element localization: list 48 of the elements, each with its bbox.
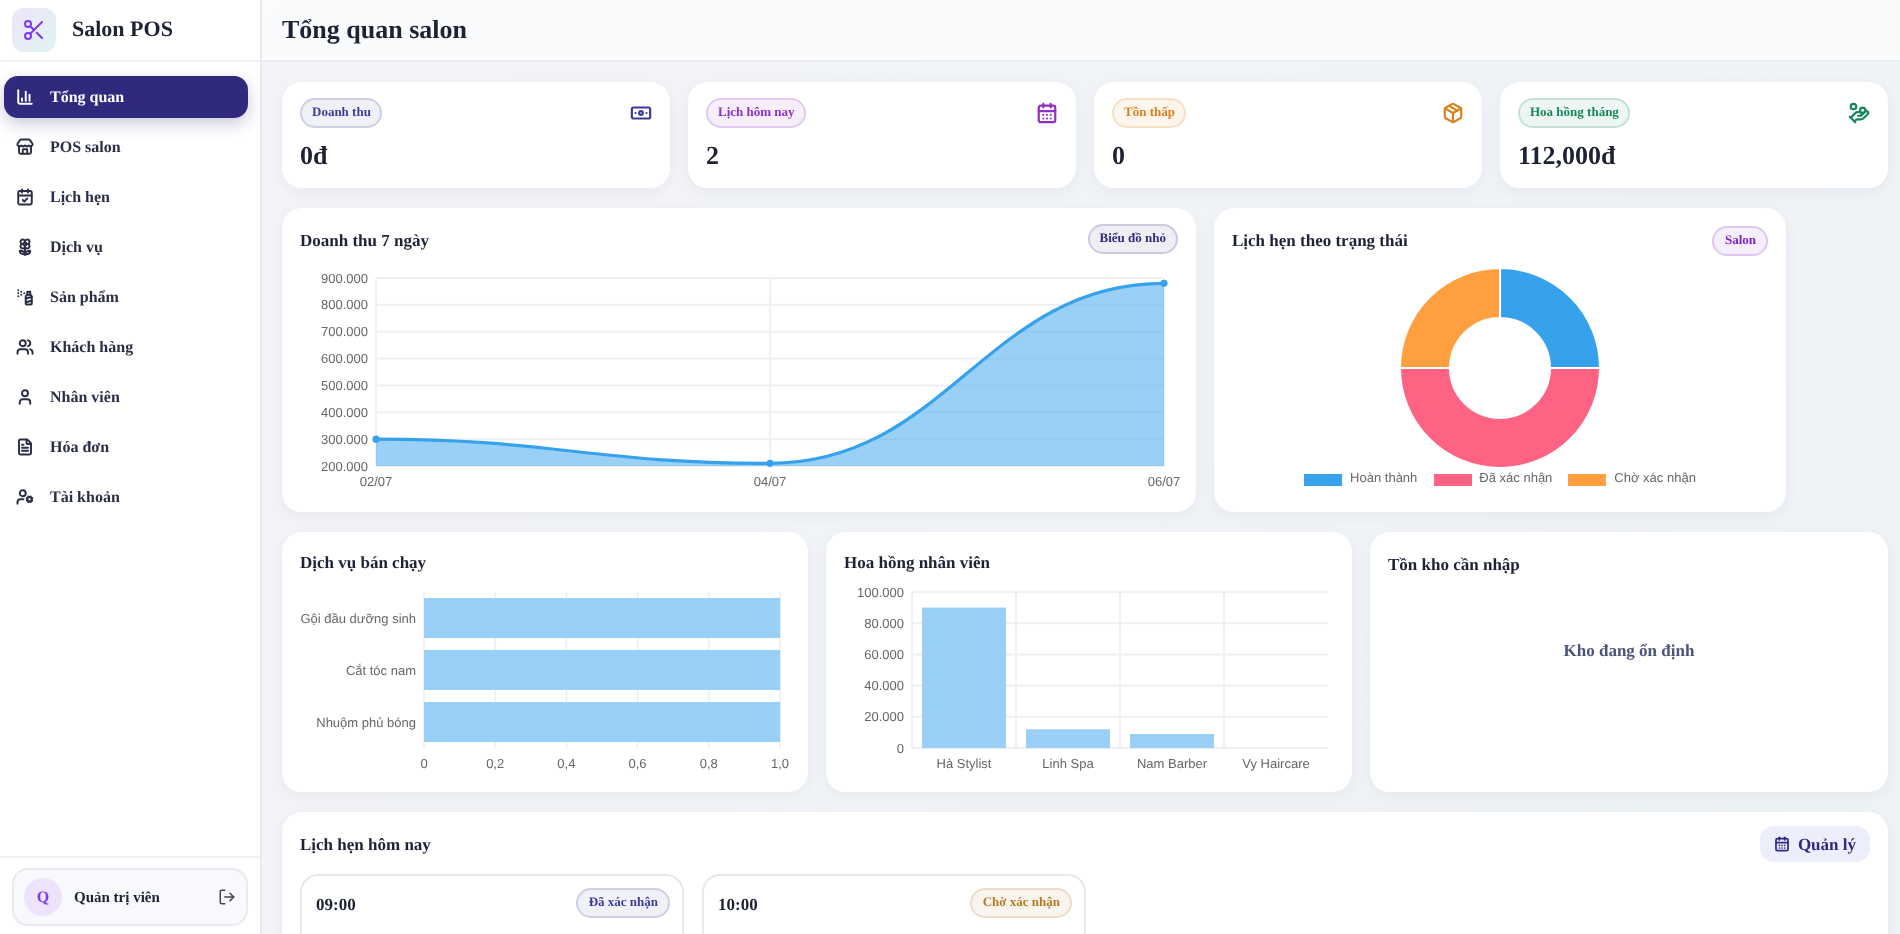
manage-button[interactable]: Quản lý	[1759, 826, 1870, 862]
stat-icon	[1036, 102, 1058, 124]
point	[371, 435, 379, 443]
stat-value: 112,000đ	[1518, 140, 1618, 172]
stat-value: 0	[1112, 140, 1127, 172]
appointment-time: 10:00	[718, 894, 758, 914]
sidebar-item[interactable]: Sản phẩm	[4, 276, 248, 318]
empty-message: Kho đang ổn định	[1563, 640, 1695, 660]
avatar: Q	[24, 878, 62, 916]
nav-icon	[16, 388, 34, 406]
card-title: Lịch hẹn theo trạng thái	[1232, 230, 1408, 250]
brand-name: Salon POS	[72, 18, 173, 42]
logout-icon[interactable]	[218, 888, 236, 906]
logo-icon	[12, 8, 56, 52]
stat-value: 0đ	[300, 140, 330, 172]
nav-icon	[16, 188, 34, 206]
sidebar-item[interactable]: Khách hàng	[4, 326, 248, 368]
bar	[1026, 729, 1110, 748]
nav-icon	[16, 138, 34, 156]
point	[765, 459, 773, 467]
calendar-icon	[1773, 836, 1790, 852]
appointment-time: 09:00	[316, 894, 356, 914]
stat-icon	[1442, 102, 1464, 124]
nav-icon	[16, 88, 34, 106]
bar	[922, 607, 1006, 748]
sidebar-item[interactable]: Tổng quan	[4, 76, 248, 118]
sidebar-item[interactable]: Dịch vụ	[4, 226, 248, 268]
nav-icon	[16, 238, 34, 256]
card-title: Tồn kho cần nhập	[1388, 554, 1520, 574]
nav-icon	[16, 488, 34, 506]
nav-icon	[16, 288, 34, 306]
card-title: Dịch vụ bán chạy	[300, 552, 427, 572]
stat-icon	[630, 102, 652, 124]
sidebar-item[interactable]: POS salon	[4, 126, 248, 168]
sidebar-item[interactable]: Lịch hẹn	[4, 176, 248, 218]
card-title: Lịch hẹn hôm nay	[300, 834, 431, 854]
sidebar-item[interactable]: Hóa đơn	[4, 426, 248, 468]
point	[1159, 279, 1167, 287]
sidebar-item[interactable]: Tài khoản	[4, 476, 248, 518]
card-title: Doanh thu 7 ngày	[300, 229, 429, 249]
stat-value: 2	[706, 140, 721, 172]
nav-icon	[16, 338, 34, 356]
bar	[1130, 733, 1214, 748]
nav-icon	[16, 438, 34, 456]
card-title: Hoa hồng nhân viên	[844, 552, 990, 572]
stat-icon	[1848, 102, 1870, 124]
sidebar-item[interactable]: Nhân viên	[4, 376, 248, 418]
page-title: Tổng quan salon	[282, 14, 467, 46]
